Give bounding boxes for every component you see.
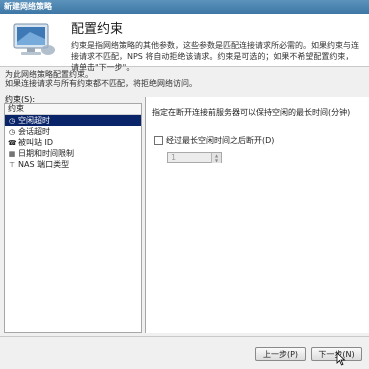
footer-separator [0,336,369,337]
previous-button[interactable]: 上一步(P) [255,347,306,361]
window-titlebar: 新建网络策略 [0,0,369,14]
constraint-item-label: 会话超时 [18,127,50,136]
constraint-item-idle-timeout[interactable]: ◷ 空闲超时 [5,115,141,126]
constraints-list[interactable]: 约束 ◷ 空闲超时 ◷ 会话超时 ☎被叫站 ID ▦ 日期和时间限制 ⊤ NAS 端口类… [4,103,142,333]
mouse-cursor-icon [336,352,346,366]
constraint-item-label: 被叫站 ID [18,138,54,147]
constraints-list-header: 约束 [5,104,141,115]
wizard-banner: 配置约束 约束是指网络策略的其他参数，这些参数是匹配连接请求所必需的。如果约束与… [0,14,369,72]
window-title: 新建网络策略 [4,2,52,11]
page-title: 配置约束 [71,22,124,37]
idle-minutes-spinner[interactable]: 1 ▲ ▼ [167,152,222,163]
constraint-item-nas-port-type[interactable]: ⊤ NAS 端口类型 [5,159,141,170]
constraint-item-label: 日期和时间限制 [18,149,74,158]
idle-minutes-value: 1 [171,153,177,162]
page-description: 约束是指网络策略的其他参数，这些参数是匹配连接请求所必需的。如果约束与连接请求不… [71,41,359,72]
intro-line-1: 为此网络策略配置约束。 [5,70,93,79]
intro-line-2: 如果连接请求与所有约束都不匹配，将拒绝网络访问。 [5,79,197,88]
constraint-item-session-timeout[interactable]: ◷ 会话超时 [5,126,141,137]
idle-timeout-checkbox[interactable] [154,136,163,145]
network-icon: ⊤ [8,161,16,169]
spin-down-icon[interactable]: ▼ [211,158,221,163]
idle-timeout-checkbox-label[interactable]: 经过最长空闲时间之后断开(D) [166,135,274,146]
constraint-item-called-station-id[interactable]: ☎被叫站 ID [5,137,141,148]
constraint-item-day-time[interactable]: ▦ 日期和时间限制 [5,148,141,159]
monitor-icon [13,23,55,55]
constraint-description: 指定在断开连接前服务器可以保持空闲的最长时间(分钟) [152,108,351,117]
constraint-detail-panel: 指定在断开连接前服务器可以保持空闲的最长时间(分钟) [145,97,369,333]
constraint-item-label: 空闲超时 [18,116,50,125]
constraint-item-label: NAS 端口类型 [18,160,70,169]
intro-text: 为此网络策略配置约束。 如果连接请求与所有约束都不匹配，将拒绝网络访问。 [5,70,197,88]
